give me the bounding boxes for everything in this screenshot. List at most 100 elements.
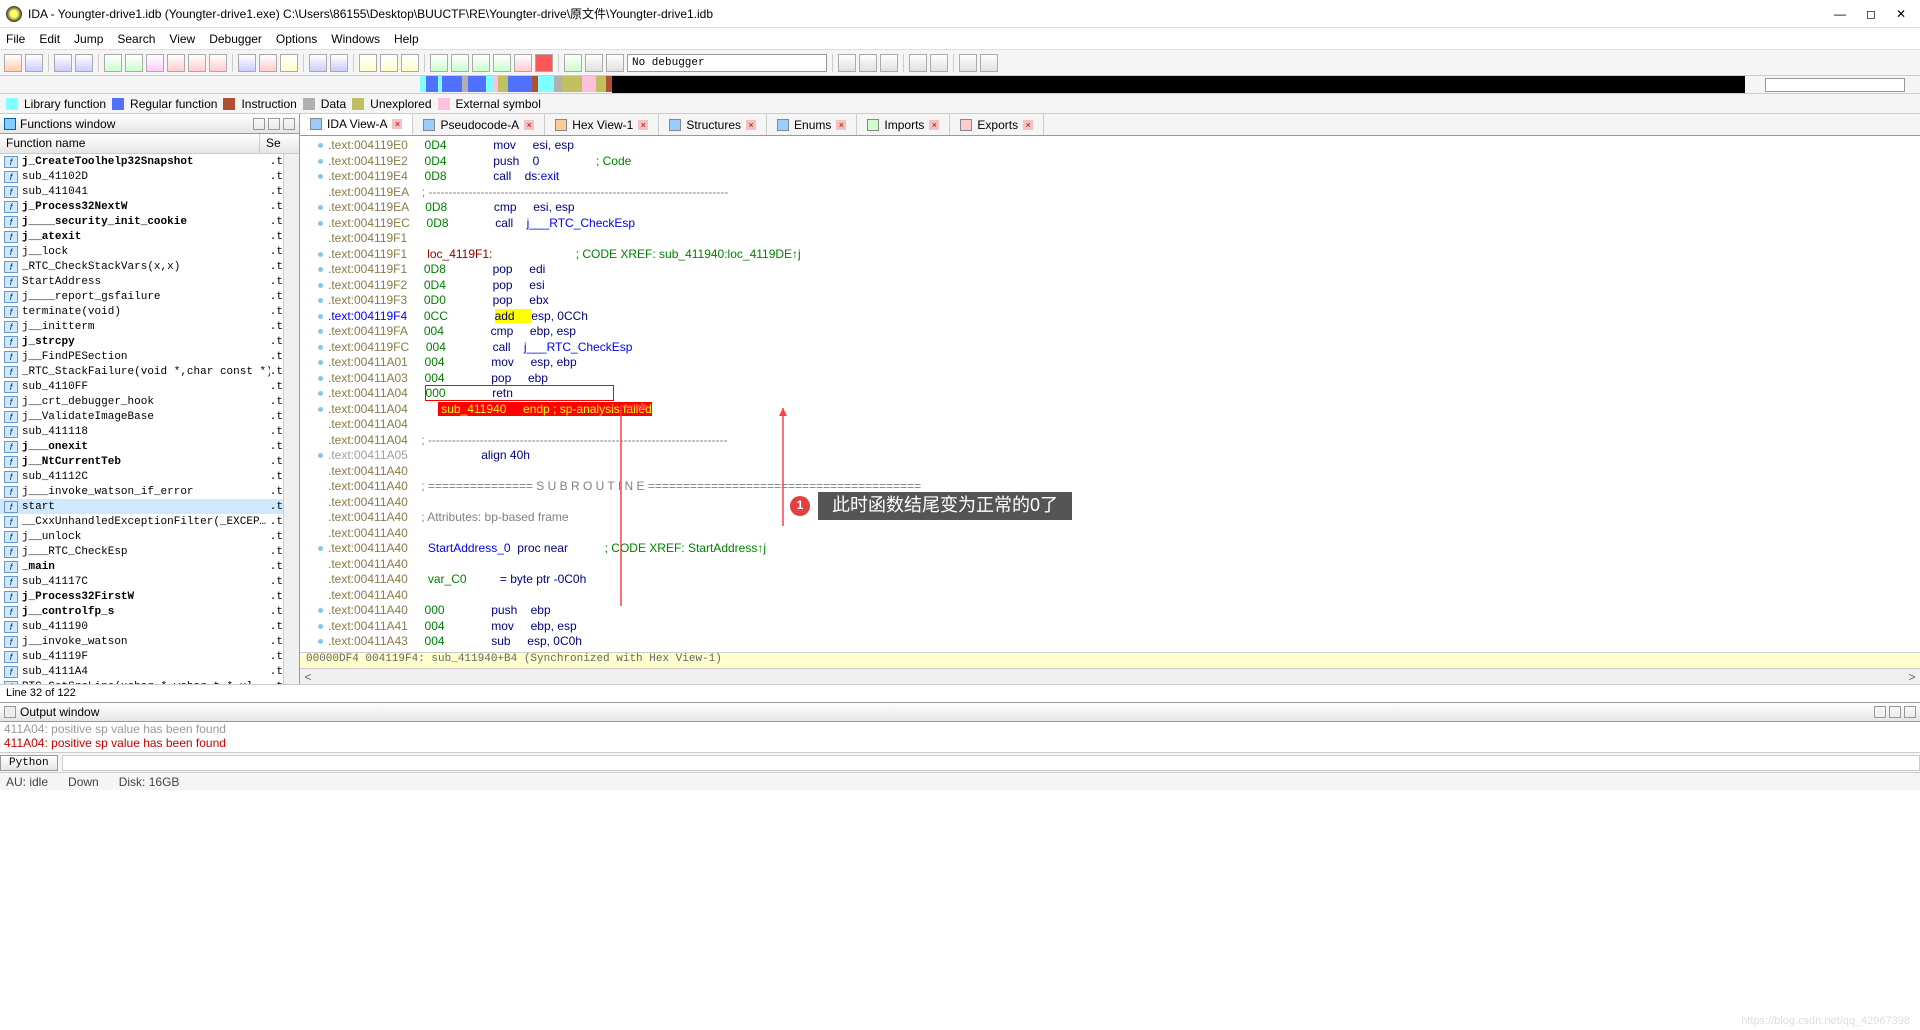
function-row[interactable]: fj__invoke_watson.t <box>0 634 283 649</box>
stop-button[interactable] <box>606 54 624 72</box>
back-button[interactable] <box>54 54 72 72</box>
function-row[interactable]: f__CxxUnhandledExceptionFilter(_EXCEP….t <box>0 514 283 529</box>
tb-btn[interactable] <box>188 54 206 72</box>
function-row[interactable]: fj__unlock.t <box>0 529 283 544</box>
tab-pseudocode-a[interactable]: Pseudocode-A× <box>413 114 545 135</box>
disasm-line[interactable]: .text:00411A05 align 40h <box>328 448 1920 464</box>
disasm-line[interactable]: .text:00411A40 <box>328 588 1920 604</box>
functions-header[interactable]: Function name Se <box>0 134 299 154</box>
output-pin-icon[interactable] <box>1889 706 1901 718</box>
output-menu-icon[interactable] <box>1874 706 1886 718</box>
disasm-line[interactable]: .text:004119F4 0CC add esp, 0CCh <box>328 309 1920 325</box>
navigation-bar[interactable] <box>0 76 1920 94</box>
menu-view[interactable]: View <box>169 32 195 46</box>
tab-close-icon[interactable]: × <box>524 120 534 130</box>
function-row[interactable]: fj__atexit.t <box>0 229 283 244</box>
tab-close-icon[interactable]: × <box>836 120 846 130</box>
panel-close-icon[interactable] <box>283 118 295 130</box>
disasm-line[interactable]: .text:004119EA ; -----------------------… <box>328 185 1920 201</box>
function-row[interactable]: fj_CreateToolhelp32Snapshot.t <box>0 154 283 169</box>
disasm-line[interactable]: .text:00411A03 004 pop ebp <box>328 371 1920 387</box>
tb-btn[interactable] <box>104 54 122 72</box>
python-button[interactable]: Python <box>0 755 58 771</box>
function-row[interactable]: fj___invoke_watson_if_error.t <box>0 484 283 499</box>
menu-debugger[interactable]: Debugger <box>209 32 262 46</box>
nav-combo[interactable] <box>1765 78 1905 92</box>
disasm-line[interactable]: .text:00411A40 StartAddress_0 proc near … <box>328 541 1920 557</box>
function-row[interactable]: fsub_41117C.t <box>0 574 283 589</box>
function-row[interactable]: fj_Process32FirstW.t <box>0 589 283 604</box>
command-input[interactable] <box>62 755 1920 771</box>
disasm-line[interactable]: .text:00411A49 0C4 push ebx <box>328 650 1920 653</box>
disasm-line[interactable]: .text:00411A43 004 sub esp, 0C0h <box>328 634 1920 650</box>
function-row[interactable]: fsub_41119F.t <box>0 649 283 664</box>
minimize-button[interactable]: — <box>1834 7 1846 21</box>
forward-button[interactable] <box>75 54 93 72</box>
functions-list[interactable]: fj_CreateToolhelp32Snapshot.tfsub_41102D… <box>0 154 283 684</box>
open-button[interactable] <box>4 54 22 72</box>
disasm-line[interactable]: .text:004119E2 0D4 push 0 ; Code <box>328 154 1920 170</box>
disasm-line[interactable]: .text:00411A04 <box>328 417 1920 433</box>
menu-help[interactable]: Help <box>394 32 419 46</box>
function-row[interactable]: fj__initterm.t <box>0 319 283 334</box>
disasm-line[interactable]: .text:00411A04 sub_411940 endp ; sp-anal… <box>328 402 1920 418</box>
tab-close-icon[interactable]: × <box>1023 120 1033 130</box>
debugger-combo[interactable]: No debugger <box>627 54 827 72</box>
disasm-line[interactable]: .text:00411A40 000 push ebp <box>328 603 1920 619</box>
run-button[interactable] <box>564 54 582 72</box>
tb-btn[interactable] <box>980 54 998 72</box>
disasm-line[interactable]: .text:00411A04 000 retn <box>328 386 1920 402</box>
tab-structures[interactable]: Structures× <box>659 114 767 135</box>
function-row[interactable]: fstart.t <box>0 499 283 514</box>
tb-btn[interactable] <box>959 54 977 72</box>
tb-btn[interactable] <box>146 54 164 72</box>
output-body[interactable]: 411A04: positive sp value has been found… <box>0 722 1920 752</box>
save-button[interactable] <box>25 54 43 72</box>
tab-close-icon[interactable]: × <box>929 120 939 130</box>
disasm-line[interactable]: .text:004119FC 004 call j___RTC_CheckEsp <box>328 340 1920 356</box>
menu-options[interactable]: Options <box>276 32 317 46</box>
function-row[interactable]: f_main.t <box>0 559 283 574</box>
functions-scrollbar[interactable] <box>283 154 299 684</box>
menu-search[interactable]: Search <box>117 32 155 46</box>
tb-btn[interactable] <box>359 54 377 72</box>
tb-btn[interactable] <box>309 54 327 72</box>
function-row[interactable]: f RTC GetSrcLine(uchar *,wchar t *,ul….t <box>0 679 283 684</box>
function-row[interactable]: fj__FindPESection.t <box>0 349 283 364</box>
disasm-line[interactable]: .text:004119F1 <box>328 231 1920 247</box>
tb-btn[interactable] <box>493 54 511 72</box>
function-row[interactable]: fsub_41102D.t <box>0 169 283 184</box>
function-row[interactable]: fj__controlfp_s.t <box>0 604 283 619</box>
function-row[interactable]: fsub_4110FF.t <box>0 379 283 394</box>
function-row[interactable]: fj_Process32NextW.t <box>0 199 283 214</box>
disasm-line[interactable]: .text:004119E4 0D8 call ds:exit <box>328 169 1920 185</box>
function-row[interactable]: fj__crt_debugger_hook.t <box>0 394 283 409</box>
tb-btn[interactable] <box>430 54 448 72</box>
tab-imports[interactable]: Imports× <box>857 114 950 135</box>
horizontal-scrollbar[interactable]: <> <box>300 668 1920 684</box>
disasm-line[interactable]: .text:004119FA 004 cmp ebp, esp <box>328 324 1920 340</box>
tb-btn[interactable] <box>472 54 490 72</box>
output-close-icon[interactable] <box>1904 706 1916 718</box>
tb-btn[interactable] <box>930 54 948 72</box>
disasm-line[interactable]: .text:00411A40 <box>328 464 1920 480</box>
function-row[interactable]: fj__lock.t <box>0 244 283 259</box>
disasm-line[interactable]: .text:00411A40 ; Attributes: bp-based fr… <box>328 510 1920 526</box>
disasm-line[interactable]: .text:00411A40 <box>328 526 1920 542</box>
function-row[interactable]: fsub_4111A4.t <box>0 664 283 679</box>
disasm-line[interactable]: .text:004119F3 0D0 pop ebx <box>328 293 1920 309</box>
disasm-line[interactable]: .text:00411A40 var_C0 = byte ptr -0C0h <box>328 572 1920 588</box>
function-row[interactable]: fj___RTC_CheckEsp.t <box>0 544 283 559</box>
disasm-line[interactable]: .text:004119E0 0D4 mov esi, esp <box>328 138 1920 154</box>
tb-btn[interactable] <box>259 54 277 72</box>
tb-btn[interactable] <box>838 54 856 72</box>
panel-menu-icon[interactable] <box>253 118 265 130</box>
disasm-line[interactable]: .text:00411A01 004 mov esp, ebp <box>328 355 1920 371</box>
disasm-line[interactable]: .text:00411A40 <box>328 557 1920 573</box>
tab-exports[interactable]: Exports× <box>950 114 1044 135</box>
function-row[interactable]: fStartAddress.t <box>0 274 283 289</box>
function-row[interactable]: fsub_411118.t <box>0 424 283 439</box>
tb-btn[interactable] <box>880 54 898 72</box>
function-row[interactable]: f_RTC_StackFailure(void *,char const *).… <box>0 364 283 379</box>
tb-btn[interactable] <box>514 54 532 72</box>
